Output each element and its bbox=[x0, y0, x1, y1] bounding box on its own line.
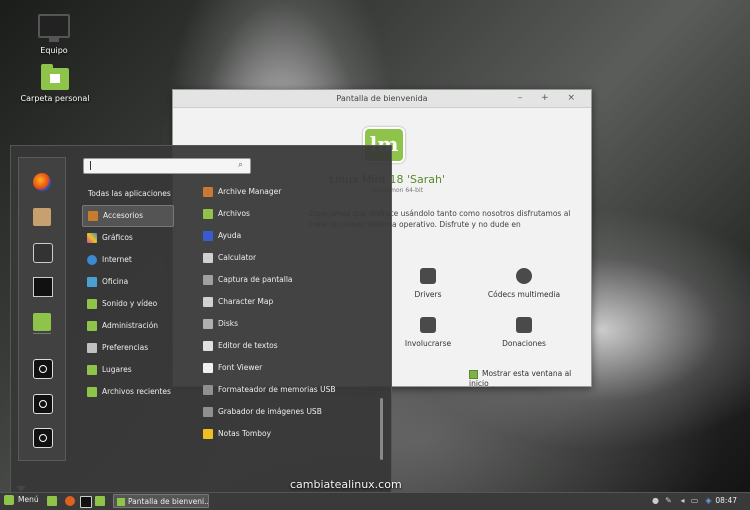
category-office[interactable]: Oficina bbox=[82, 271, 174, 293]
category-preferences[interactable]: Preferencias bbox=[82, 337, 174, 359]
help-icon bbox=[203, 231, 213, 241]
desktop-icon-label: Equipo bbox=[40, 46, 68, 55]
terminal-icon[interactable] bbox=[80, 496, 92, 508]
wallet-icon bbox=[516, 317, 532, 333]
graphics-icon bbox=[87, 233, 97, 243]
headphones-icon bbox=[516, 268, 532, 284]
category-administration[interactable]: Administración bbox=[82, 315, 174, 337]
computer-icon bbox=[38, 14, 70, 42]
clock[interactable]: 08:47 bbox=[715, 496, 737, 505]
archive-icon bbox=[203, 187, 213, 197]
app-font-viewer[interactable]: Font Viewer bbox=[201, 357, 379, 379]
search-icon: ⌕ bbox=[237, 160, 243, 170]
logout-icon[interactable] bbox=[33, 394, 53, 414]
home-folder-icon bbox=[41, 64, 69, 90]
category-internet[interactable]: Internet bbox=[82, 249, 174, 271]
app-text-editor[interactable]: Editor de textos bbox=[201, 335, 379, 357]
favorites-panel bbox=[18, 157, 66, 461]
terminal-icon[interactable] bbox=[33, 277, 53, 297]
notes-icon bbox=[203, 429, 213, 439]
user-icon[interactable]: ● bbox=[651, 496, 660, 505]
show-desktop-icon[interactable] bbox=[47, 496, 57, 506]
category-places[interactable]: Lugares bbox=[82, 359, 174, 381]
internet-icon bbox=[87, 255, 97, 265]
app-archive-manager[interactable]: Archive Manager bbox=[201, 181, 379, 203]
lock-screen-icon[interactable] bbox=[33, 359, 53, 379]
firefox-icon[interactable] bbox=[65, 496, 75, 506]
category-graphics[interactable]: Gráficos bbox=[82, 227, 174, 249]
folder-icon bbox=[87, 387, 97, 397]
desktop-icon-computer[interactable]: Equipo bbox=[34, 14, 74, 55]
search-input[interactable]: ⌕ bbox=[83, 158, 251, 174]
scrollbar[interactable] bbox=[380, 398, 383, 460]
category-all[interactable]: Todas las aplicaciones bbox=[82, 183, 174, 205]
app-screenshot[interactable]: Captura de pantalla bbox=[201, 269, 379, 291]
character-map-icon bbox=[203, 297, 213, 307]
application-list: Archive Manager Archivos Ayuda Calculato… bbox=[201, 181, 379, 445]
usb-icon bbox=[203, 385, 213, 395]
firefox-icon[interactable] bbox=[33, 173, 51, 191]
category-list: Todas las aplicaciones Accesorios Gráfic… bbox=[82, 183, 174, 403]
involve-label: Involucrarse bbox=[404, 339, 452, 348]
app-files[interactable]: Archivos bbox=[201, 203, 379, 225]
network-icon[interactable]: ✎ bbox=[664, 496, 673, 505]
system-settings-icon[interactable] bbox=[33, 243, 53, 263]
volume-icon[interactable]: ◂ bbox=[678, 496, 687, 505]
watermark: cambiatealinux.com bbox=[290, 478, 402, 491]
codecs-button[interactable]: Códecs multimedia bbox=[479, 268, 569, 299]
show-at-startup-checkbox[interactable]: Mostrar esta ventana al inicio bbox=[469, 369, 591, 388]
office-icon bbox=[87, 277, 97, 287]
window-titlebar[interactable]: Pantalla de bienvenida – + × bbox=[173, 90, 591, 108]
donate-button[interactable]: Donaciones bbox=[479, 317, 569, 348]
folder-icon bbox=[87, 365, 97, 375]
desktop-icon-home[interactable]: Carpeta personal bbox=[18, 64, 92, 103]
drivers-button[interactable]: Drivers bbox=[383, 268, 473, 299]
update-shield-icon[interactable]: ◈ bbox=[704, 496, 713, 505]
drivers-label: Drivers bbox=[414, 290, 442, 299]
text-caret bbox=[90, 161, 91, 170]
usb-icon bbox=[203, 407, 213, 417]
accessories-icon bbox=[88, 211, 98, 221]
involve-button[interactable]: Involucrarse bbox=[383, 317, 473, 348]
app-usb-writer[interactable]: Grabador de imágenes USB bbox=[201, 401, 379, 423]
battery-icon[interactable]: ▭ bbox=[690, 496, 699, 505]
app-calculator[interactable]: Calculator bbox=[201, 247, 379, 269]
preferences-icon bbox=[87, 343, 97, 353]
calculator-icon bbox=[203, 253, 213, 263]
app-tomboy-notes[interactable]: Notas Tomboy bbox=[201, 423, 379, 445]
category-sound-video[interactable]: Sonido y vídeo bbox=[82, 293, 174, 315]
files-icon[interactable] bbox=[95, 496, 105, 506]
application-menu: ⌕ Todas las aplicaciones Accesorios Gráf… bbox=[10, 145, 392, 495]
camera-icon bbox=[203, 275, 213, 285]
app-character-map[interactable]: Character Map bbox=[201, 291, 379, 313]
donate-label: Donaciones bbox=[502, 339, 546, 348]
taskbar-window-welcome[interactable]: Pantalla de bienveni... bbox=[113, 494, 209, 508]
category-accessories[interactable]: Accesorios bbox=[82, 205, 174, 227]
category-recent-files[interactable]: Archivos recientes bbox=[82, 381, 174, 403]
person-icon bbox=[420, 317, 436, 333]
drivers-icon bbox=[420, 268, 436, 284]
menu-button[interactable]: Menú bbox=[4, 495, 39, 505]
text-editor-icon bbox=[203, 341, 213, 351]
taskbar: Menú Pantalla de bienveni... ● ✎ ◂ ▭ ◈ 0… bbox=[0, 492, 750, 510]
app-help[interactable]: Ayuda bbox=[201, 225, 379, 247]
checkbox-icon[interactable] bbox=[469, 369, 478, 379]
checkbox-label: Mostrar esta ventana al inicio bbox=[469, 369, 572, 388]
administration-icon bbox=[87, 321, 97, 331]
mint-menu-icon bbox=[4, 495, 14, 505]
software-manager-icon[interactable] bbox=[33, 208, 51, 226]
files-icon[interactable] bbox=[33, 313, 51, 331]
codecs-label: Códecs multimedia bbox=[487, 290, 561, 299]
desktop-icon-label: Carpeta personal bbox=[20, 94, 90, 103]
window-controls[interactable]: – + × bbox=[518, 90, 583, 107]
disk-icon bbox=[203, 319, 213, 329]
shutdown-icon[interactable] bbox=[33, 428, 53, 448]
font-icon bbox=[203, 363, 213, 373]
window-title: Pantalla de bienvenida bbox=[336, 94, 428, 103]
app-disks[interactable]: Disks bbox=[201, 313, 379, 335]
app-usb-formatter[interactable]: Formateador de memorias USB bbox=[201, 379, 379, 401]
folder-icon bbox=[203, 209, 213, 219]
multimedia-icon bbox=[87, 299, 97, 309]
favorites-separator bbox=[33, 333, 51, 334]
